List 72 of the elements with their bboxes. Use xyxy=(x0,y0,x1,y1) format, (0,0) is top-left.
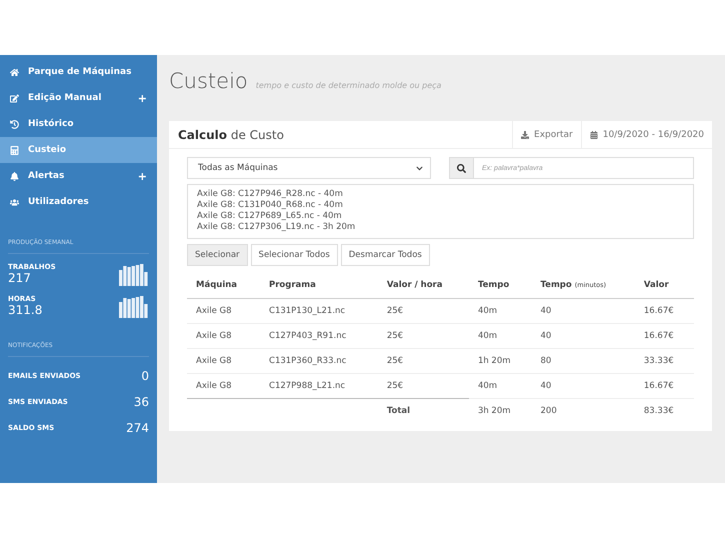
table-cell: 200 xyxy=(532,398,635,423)
stat-value: 0 xyxy=(141,369,149,383)
bar-sparkline xyxy=(119,262,149,286)
stat-value: 311.8 xyxy=(8,303,42,317)
stat-value: 217 xyxy=(8,271,32,285)
table-cell: C131P130_L21.nc xyxy=(260,298,378,324)
download-icon xyxy=(521,130,530,138)
action-button[interactable]: Selecionar Todos xyxy=(250,244,338,266)
table-cell: 40 xyxy=(532,374,635,398)
users-icon xyxy=(10,198,19,206)
stat-value: 274 xyxy=(126,421,149,435)
table-cell: Axile G8 xyxy=(187,348,260,374)
sidebar-item[interactable]: Alertas + xyxy=(0,163,157,189)
bell-icon xyxy=(10,172,19,180)
bar-sparkline xyxy=(119,294,149,318)
action-button[interactable]: Selecionar xyxy=(187,244,248,266)
table-cell: 83.33€ xyxy=(634,398,694,423)
export-button[interactable]: Exportar xyxy=(512,121,581,148)
chevron-icon xyxy=(416,164,423,172)
sidebar-item[interactable]: Utilizadores xyxy=(0,189,157,215)
sidebar-item[interactable]: Parque de Máquinas xyxy=(0,59,157,85)
panel-title: Calculo de Custo xyxy=(177,128,285,142)
table-cell: 25€ xyxy=(378,348,469,374)
table-cell: 25€ xyxy=(378,324,469,348)
table-cell: Axile G8 xyxy=(187,298,260,324)
history-icon xyxy=(10,120,19,128)
program-option[interactable]: Axile G8: C127P689_L65.nc - 40m xyxy=(197,211,684,222)
search-icon xyxy=(457,164,466,172)
table-cell: 1h 20m xyxy=(468,348,532,374)
edit-icon xyxy=(10,94,19,102)
calendar-icon xyxy=(590,130,598,138)
machine-select[interactable]: Todas as Máquinas xyxy=(187,157,431,179)
sidebar-item[interactable]: Edição Manual + xyxy=(0,85,157,111)
table-cell: 3h 20m xyxy=(468,398,532,423)
table-cell: 33.33€ xyxy=(634,348,694,374)
sidebar-item[interactable]: Custeio xyxy=(0,137,157,163)
column-header: Tempo xyxy=(468,272,532,298)
table-cell: 25€ xyxy=(378,298,469,324)
column-header: Máquina xyxy=(187,272,260,298)
stat-value: 36 xyxy=(134,395,149,409)
program-option[interactable]: Axile G8: C127P946_R28.nc - 40m xyxy=(197,189,684,200)
page-subtitle: tempo e custo de determinado molde ou peça xyxy=(256,81,442,90)
table-cell: 80 xyxy=(532,348,635,374)
home-icon xyxy=(10,68,19,76)
calculator-icon xyxy=(10,146,19,154)
table-cell: 40m xyxy=(468,374,532,398)
total-label: Total xyxy=(378,398,469,423)
table-cell: C127P988_L21.nc xyxy=(260,374,378,398)
table-cell: 16.67€ xyxy=(634,324,694,348)
table-cell: 40m xyxy=(468,324,532,348)
table-cell: 40 xyxy=(532,324,635,348)
page-title: Custeio xyxy=(169,69,248,93)
action-button[interactable]: Desmarcar Todos xyxy=(340,244,430,266)
table-cell: C131P360_R33.nc xyxy=(260,348,378,374)
column-header: Valor xyxy=(634,272,694,298)
table-cell: 40m xyxy=(468,298,532,324)
column-header: Programa xyxy=(260,272,378,298)
date-range-picker[interactable]: 10/9/2020 - 16/9/2020 xyxy=(580,121,712,148)
table-cell: 16.67€ xyxy=(634,374,694,398)
column-header: Valor / hora xyxy=(378,272,469,298)
table-cell: Axile G8 xyxy=(187,374,260,398)
table-cell: 40 xyxy=(532,298,635,324)
expand-sign[interactable]: + xyxy=(138,92,147,104)
table-cell: Axile G8 xyxy=(187,324,260,348)
expand-sign[interactable]: + xyxy=(138,170,147,182)
search-button[interactable] xyxy=(449,157,474,179)
table-cell: 16.67€ xyxy=(634,298,694,324)
table-cell: C127P403_R91.nc xyxy=(260,324,378,348)
table-cell: 25€ xyxy=(378,374,469,398)
program-option[interactable]: Axile G8: C131P040_R68.nc - 40m xyxy=(197,200,684,211)
program-option[interactable]: Axile G8: C127P306_L19.nc - 3h 20m xyxy=(197,222,684,233)
sidebar-item[interactable]: Histórico xyxy=(0,111,157,137)
